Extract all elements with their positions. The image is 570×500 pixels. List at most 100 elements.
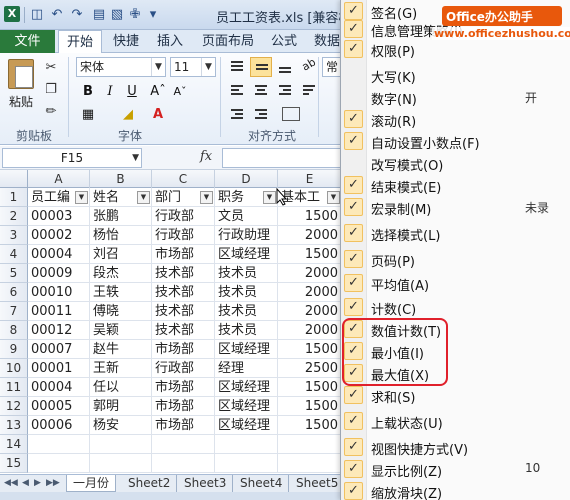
chevron-down-icon[interactable]: ▼	[151, 58, 165, 76]
merge-center-icon[interactable]	[280, 105, 302, 125]
table-cell[interactable]: 区域经理	[215, 378, 278, 397]
italic-icon[interactable]: I	[100, 82, 120, 102]
status-menu-item[interactable]: ✓ 上载状态(U)	[341, 410, 570, 432]
number-format-combo[interactable]: 常规	[322, 57, 342, 77]
column-header-e[interactable]: E	[278, 170, 342, 188]
table-cell[interactable]: 1500	[278, 416, 342, 435]
table-cell[interactable]: 1500	[278, 397, 342, 416]
fill-color-icon[interactable]: ◢	[118, 105, 138, 125]
table-cell[interactable]: 张鹏	[90, 207, 152, 226]
undo-icon[interactable]: ↶	[48, 6, 66, 24]
redo-icon[interactable]: ↷	[68, 6, 86, 24]
paste-button-label[interactable]: 粘贴	[9, 93, 33, 110]
font-color-icon[interactable]: A	[148, 105, 168, 125]
table-cell[interactable]: 行政部	[152, 226, 215, 245]
sheet-tab-sheet5[interactable]: Sheet5	[290, 475, 346, 492]
table-cell[interactable]: 段杰	[90, 264, 152, 283]
open-icon[interactable]: ▧	[108, 6, 126, 24]
align-top-icon[interactable]	[226, 57, 248, 77]
status-menu-item[interactable]: ✓ 页码(P)	[341, 248, 570, 270]
status-menu-item[interactable]: ✓ 选择模式(L)	[341, 222, 570, 244]
column-header-d[interactable]: D	[215, 170, 278, 188]
table-cell[interactable]: 技术员	[215, 302, 278, 321]
status-menu-item[interactable]: ✓ 滚动(R)	[341, 108, 570, 130]
table-cell[interactable]: 行政部	[152, 207, 215, 226]
table-cell[interactable]: 傅晓	[90, 302, 152, 321]
table-cell[interactable]: 行政部	[152, 359, 215, 378]
row-header-12[interactable]: 12	[0, 397, 28, 416]
table-cell[interactable]: 区域经理	[215, 397, 278, 416]
row-header-13[interactable]: 13	[0, 416, 28, 435]
tab-home[interactable]: 开始	[58, 30, 102, 54]
empty-cell[interactable]	[278, 454, 342, 473]
table-cell[interactable]: 文员	[215, 207, 278, 226]
decrease-indent-icon[interactable]	[226, 105, 248, 125]
align-right-icon[interactable]	[274, 81, 296, 101]
row-header-2[interactable]: 2	[0, 207, 28, 226]
table-cell[interactable]: 1500	[278, 378, 342, 397]
table-cell[interactable]: 经理	[215, 359, 278, 378]
select-all-corner[interactable]	[0, 170, 28, 188]
chevron-down-icon[interactable]: ▼	[132, 149, 139, 167]
table-cell[interactable]: 1500	[278, 245, 342, 264]
table-cell[interactable]: 1500	[278, 340, 342, 359]
table-cell[interactable]: 1500	[278, 207, 342, 226]
table-cell[interactable]: 00005	[28, 397, 90, 416]
first-sheet-icon[interactable]: ◀◀	[4, 478, 18, 488]
empty-cell[interactable]	[152, 454, 215, 473]
sheet-tab-sheet3[interactable]: Sheet3	[178, 475, 234, 492]
border-icon[interactable]: ▦	[78, 105, 98, 125]
table-cell[interactable]: 技术部	[152, 283, 215, 302]
row-header-7[interactable]: 7	[0, 302, 28, 321]
copy-icon[interactable]: ❐	[42, 81, 60, 99]
save-icon[interactable]: ◫	[28, 6, 46, 24]
table-cell[interactable]: 00007	[28, 340, 90, 359]
cut-icon[interactable]: ✂	[42, 59, 60, 77]
print-preview-icon[interactable]: ▤	[90, 6, 108, 24]
next-sheet-icon[interactable]: ▶	[34, 478, 41, 488]
insert-function-icon[interactable]: fx	[200, 149, 212, 164]
table-cell[interactable]: 市场部	[152, 245, 215, 264]
table-cell[interactable]: 市场部	[152, 340, 215, 359]
tab-quick[interactable]: 快捷	[106, 30, 146, 53]
align-center-icon[interactable]	[250, 81, 272, 101]
table-cell[interactable]: 杨安	[90, 416, 152, 435]
table-cell[interactable]: 00011	[28, 302, 90, 321]
row-header-1[interactable]: 1	[0, 188, 28, 207]
status-menu-item[interactable]: ✓ 缩放滑块(Z)	[341, 480, 570, 500]
table-cell[interactable]: 00001	[28, 359, 90, 378]
row-header-8[interactable]: 8	[0, 321, 28, 340]
excel-app-icon[interactable]: X	[4, 6, 20, 22]
sheet-tab-sheet2[interactable]: Sheet2	[122, 475, 178, 492]
empty-cell[interactable]	[90, 454, 152, 473]
paste-icon[interactable]	[8, 59, 34, 89]
prev-sheet-icon[interactable]: ◀	[22, 478, 29, 488]
table-cell[interactable]: 区域经理	[215, 416, 278, 435]
filter-dropdown-icon[interactable]: ▼	[75, 191, 88, 204]
table-cell[interactable]: 区域经理	[215, 340, 278, 359]
row-header-15[interactable]: 15	[0, 454, 28, 473]
row-header-3[interactable]: 3	[0, 226, 28, 245]
table-cell[interactable]: 2000	[278, 283, 342, 302]
filter-dropdown-icon[interactable]: ▼	[327, 191, 340, 204]
status-menu-item[interactable]: 大写(K)	[341, 64, 570, 86]
table-cell[interactable]: 技术员	[215, 321, 278, 340]
table-cell[interactable]: 2000	[278, 264, 342, 283]
font-name-combo[interactable]: 宋体 ▼	[76, 57, 166, 77]
status-menu-item[interactable]: ✓ 宏录制(M) 未录	[341, 196, 570, 218]
table-cell[interactable]: 00009	[28, 264, 90, 283]
font-size-combo[interactable]: 11 ▼	[170, 57, 216, 77]
filter-dropdown-icon[interactable]: ▼	[137, 191, 150, 204]
wrap-text-icon[interactable]	[298, 81, 320, 101]
table-header-cell[interactable]: 姓名 ▼	[90, 188, 152, 207]
table-cell[interactable]: 00004	[28, 245, 90, 264]
column-header-a[interactable]: A	[28, 170, 90, 188]
table-cell[interactable]: 郭明	[90, 397, 152, 416]
increase-font-icon[interactable]: Aˆ	[148, 82, 168, 102]
table-cell[interactable]: 00006	[28, 416, 90, 435]
last-sheet-icon[interactable]: ▶▶	[46, 478, 60, 488]
empty-cell[interactable]	[215, 454, 278, 473]
row-header-11[interactable]: 11	[0, 378, 28, 397]
empty-cell[interactable]	[152, 435, 215, 454]
align-middle-icon[interactable]	[250, 57, 272, 77]
